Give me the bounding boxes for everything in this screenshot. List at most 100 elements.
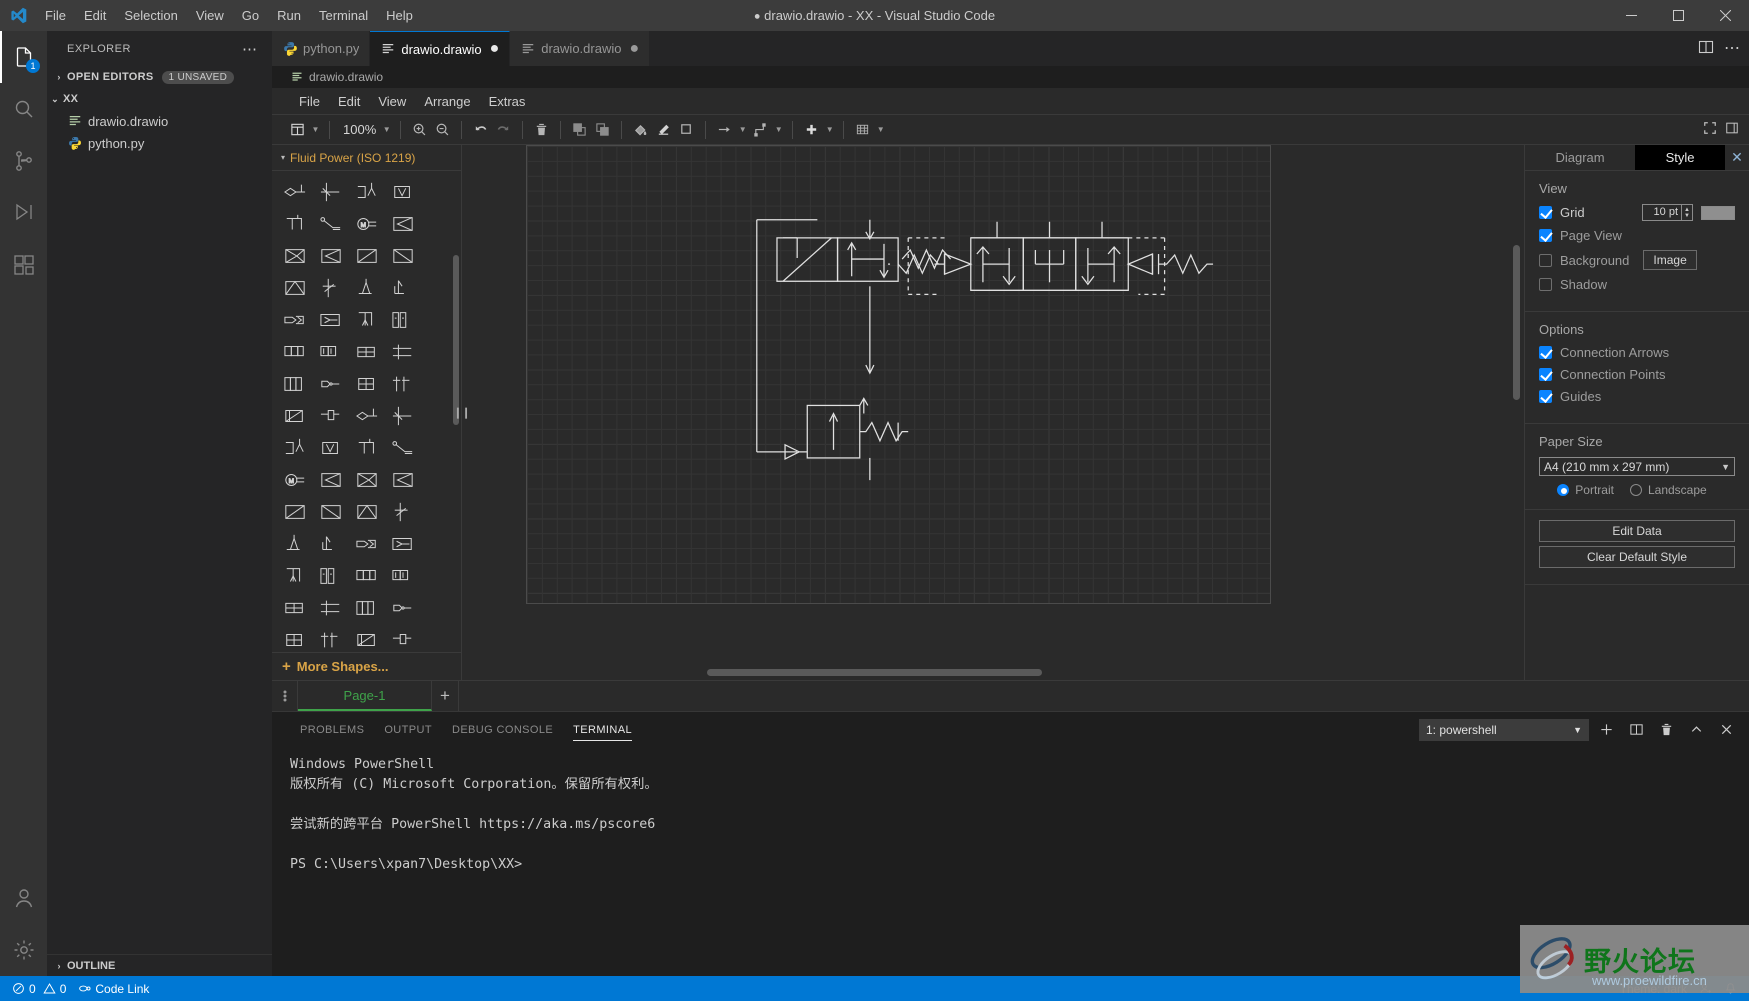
palette-shape-item[interactable] bbox=[350, 433, 384, 463]
tab-drawio-active[interactable]: drawio.drawio ● bbox=[370, 31, 511, 66]
menu-terminal[interactable]: Terminal bbox=[310, 0, 377, 31]
palette-shape-item[interactable] bbox=[350, 401, 384, 431]
tab-style[interactable]: Style bbox=[1635, 145, 1725, 170]
menu-run[interactable]: Run bbox=[268, 0, 310, 31]
palette-shape-item[interactable] bbox=[386, 241, 420, 271]
palette-shape-item[interactable] bbox=[314, 561, 348, 591]
list-item-python-file[interactable]: python.py bbox=[47, 132, 272, 154]
fullscreen-icon[interactable] bbox=[1703, 121, 1717, 138]
kill-terminal-button[interactable] bbox=[1653, 718, 1679, 742]
page-area[interactable] bbox=[526, 145, 1271, 604]
grid-color-swatch[interactable] bbox=[1701, 205, 1735, 220]
palette-shape-item[interactable] bbox=[278, 177, 312, 207]
page-view-checkbox[interactable] bbox=[1539, 229, 1552, 242]
to-back-icon[interactable] bbox=[591, 118, 614, 141]
palette-shape-item[interactable] bbox=[350, 497, 384, 527]
canvas-vertical-scrollbar[interactable] bbox=[1513, 245, 1520, 400]
palette-shape-item[interactable] bbox=[278, 209, 312, 239]
palette-shape-item[interactable] bbox=[386, 465, 420, 495]
chevron-down-icon[interactable]: ▼ bbox=[380, 118, 393, 141]
status-problems[interactable]: 0 0 bbox=[6, 976, 72, 1001]
tab-problems[interactable]: PROBLEMS bbox=[290, 712, 374, 747]
palette-shape-item[interactable] bbox=[350, 337, 384, 367]
palette-shape-item[interactable] bbox=[314, 529, 348, 559]
section-outline[interactable]: › OUTLINE bbox=[47, 954, 272, 976]
palette-shape-item[interactable] bbox=[386, 273, 420, 303]
shadow-checkbox[interactable] bbox=[1539, 278, 1552, 291]
view-layout-icon[interactable] bbox=[286, 118, 309, 141]
format-panel-icon[interactable] bbox=[1725, 121, 1739, 138]
palette-shape-item[interactable] bbox=[278, 241, 312, 271]
maximize-panel-button[interactable] bbox=[1683, 718, 1709, 742]
waypoint-icon[interactable] bbox=[749, 118, 772, 141]
page-menu-icon[interactable] bbox=[272, 681, 298, 711]
palette-shape-item[interactable] bbox=[278, 593, 312, 623]
palette-shape-item[interactable] bbox=[350, 465, 384, 495]
sidebar-item-search[interactable] bbox=[0, 83, 47, 135]
palette-shape-item[interactable] bbox=[278, 273, 312, 303]
portrait-radio[interactable] bbox=[1557, 484, 1570, 496]
chevron-down-icon[interactable]: ▼ bbox=[736, 118, 749, 141]
palette-shape-item[interactable] bbox=[386, 177, 420, 207]
list-item-drawio-file[interactable]: drawio.drawio bbox=[47, 110, 272, 132]
new-terminal-button[interactable] bbox=[1593, 718, 1619, 742]
fill-bucket-icon[interactable] bbox=[629, 118, 652, 141]
guides-checkbox[interactable] bbox=[1539, 390, 1552, 403]
grid-size-stepper[interactable]: ▲ ▼ bbox=[1682, 204, 1693, 221]
palette-resize-handle[interactable]: ❙❙ bbox=[453, 401, 470, 425]
landscape-radio[interactable] bbox=[1629, 484, 1642, 496]
palette-shape-item[interactable] bbox=[314, 177, 348, 207]
split-editor-icon[interactable] bbox=[1698, 39, 1714, 58]
clear-default-style-button[interactable]: Clear Default Style bbox=[1539, 546, 1735, 568]
palette-shape-item[interactable] bbox=[386, 209, 420, 239]
menu-go[interactable]: Go bbox=[233, 0, 268, 31]
redo-icon[interactable] bbox=[492, 118, 515, 141]
zoom-level[interactable]: 100% bbox=[337, 122, 380, 137]
close-button[interactable] bbox=[1702, 0, 1749, 31]
palette-shape-item[interactable] bbox=[314, 305, 348, 335]
drawio-menu-edit[interactable]: Edit bbox=[329, 88, 369, 115]
pencil-icon[interactable] bbox=[652, 118, 675, 141]
palette-shape-item[interactable] bbox=[386, 369, 420, 399]
canvas-horizontal-scrollbar[interactable] bbox=[707, 669, 1042, 676]
palette-shape-item[interactable] bbox=[314, 273, 348, 303]
palette-shape-item[interactable] bbox=[350, 241, 384, 271]
drawio-menu-file[interactable]: File bbox=[290, 88, 329, 115]
palette-shape-item[interactable] bbox=[278, 529, 312, 559]
menu-selection[interactable]: Selection bbox=[115, 0, 186, 31]
zoom-out-icon[interactable] bbox=[431, 118, 454, 141]
to-front-icon[interactable] bbox=[568, 118, 591, 141]
palette-shape-item[interactable]: M bbox=[350, 209, 384, 239]
split-terminal-button[interactable] bbox=[1623, 718, 1649, 742]
palette-shape-item[interactable] bbox=[350, 593, 384, 623]
section-open-editors[interactable]: › OPEN EDITORS 1 UNSAVED bbox=[47, 66, 272, 88]
sidebar-item-extensions[interactable] bbox=[0, 239, 47, 291]
minimize-button[interactable] bbox=[1608, 0, 1655, 31]
trash-icon[interactable] bbox=[530, 118, 553, 141]
more-shapes-button[interactable]: + More Shapes... bbox=[272, 651, 461, 680]
palette-shape-item[interactable] bbox=[278, 625, 312, 652]
palette-shape-item[interactable] bbox=[278, 337, 312, 367]
more-actions-icon[interactable]: ⋯ bbox=[1724, 40, 1741, 56]
palette-section-header[interactable]: ▾ Fluid Power (ISO 1219) bbox=[272, 145, 461, 171]
menu-view[interactable]: View bbox=[187, 0, 233, 31]
palette-shape-item[interactable] bbox=[314, 497, 348, 527]
sidebar-item-run-debug[interactable] bbox=[0, 187, 47, 239]
palette-shape-item[interactable] bbox=[386, 337, 420, 367]
sidebar-item-source-control[interactable] bbox=[0, 135, 47, 187]
maximize-button[interactable] bbox=[1655, 0, 1702, 31]
tab-debug-console[interactable]: DEBUG CONSOLE bbox=[442, 712, 563, 747]
palette-shape-item[interactable] bbox=[314, 209, 348, 239]
menu-help[interactable]: Help bbox=[377, 0, 422, 31]
background-image-button[interactable]: Image bbox=[1643, 250, 1697, 270]
dirty-dot-icon[interactable]: ● bbox=[490, 41, 500, 57]
page-tab-page-1[interactable]: Page-1 bbox=[298, 681, 432, 711]
tab-drawio-preview[interactable]: drawio.drawio ● bbox=[510, 31, 651, 66]
terminal-select[interactable]: 1: powershell ▼ bbox=[1419, 718, 1589, 741]
arrow-right-icon[interactable] bbox=[713, 118, 736, 141]
palette-shape-item[interactable] bbox=[278, 369, 312, 399]
palette-shape-item[interactable] bbox=[314, 369, 348, 399]
tab-output[interactable]: OUTPUT bbox=[374, 712, 442, 747]
palette-shape-item[interactable] bbox=[314, 465, 348, 495]
palette-shape-item[interactable] bbox=[278, 305, 312, 335]
